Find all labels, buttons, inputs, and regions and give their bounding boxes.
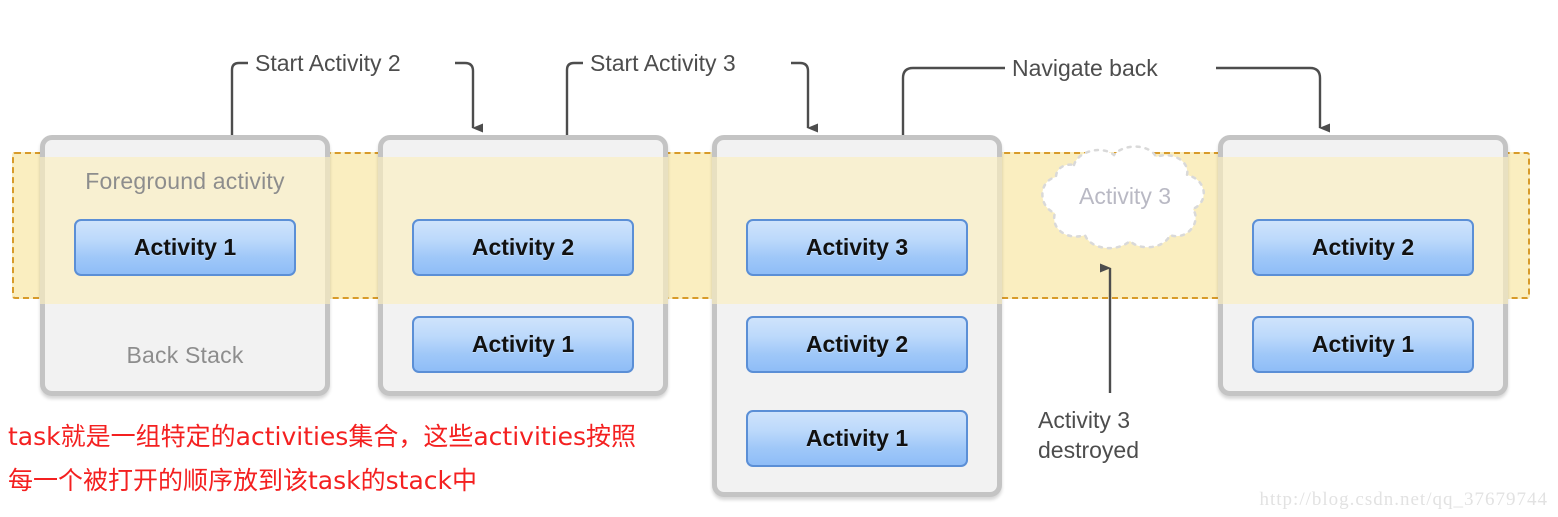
activity-chip[interactable]: Activity 2 [746, 316, 968, 373]
activity-chip[interactable]: Activity 3 [746, 219, 968, 276]
panel-4-inner: Activity 2 Activity 1 [1223, 140, 1503, 391]
activity-destroyed-note: Activity 3 destroyed [1038, 405, 1218, 465]
destroyed-note-line-2: destroyed [1038, 437, 1140, 463]
annotation-label-navigate-back: Navigate back [1012, 55, 1158, 81]
activity-chip[interactable]: Activity 1 [746, 410, 968, 467]
chinese-caption-line-1: task就是一组特定的activities集合，这些activities按照 [8, 422, 637, 451]
activity-chip[interactable]: Activity 1 [1252, 316, 1474, 373]
watermark-url: http://blog.csdn.net/qq_37679744 [1259, 489, 1548, 510]
activity-chip[interactable]: Activity 1 [74, 219, 296, 276]
back-stack-panel-2: Activity 2 Activity 1 [378, 135, 668, 396]
foreground-activity-label: Foreground activity [85, 168, 285, 194]
chinese-caption: task就是一组特定的activities集合，这些activities按照 每… [8, 415, 708, 503]
back-stack-label: Back Stack [126, 342, 244, 368]
back-stack-panel-1: Foreground activity Activity 1 Back Stac… [40, 135, 330, 396]
diagram-canvas: Foreground activity Activity 1 Back Stac… [0, 0, 1558, 517]
destroyed-note-line-1: Activity 3 [1038, 407, 1131, 433]
cloud-activity-label: Activity 3 [1078, 183, 1172, 209]
chinese-caption-line-2: 每一个被打开的顺序放到该task的stack中 [8, 466, 477, 495]
activity-chip[interactable]: Activity 1 [412, 316, 634, 373]
destroyed-activity-cloud: Activity 3 [1030, 143, 1220, 255]
activity-chip[interactable]: Activity 2 [1252, 219, 1474, 276]
panel-3-inner: Activity 3 Activity 2 Activity 1 [717, 140, 997, 492]
annotation-label-start-activity-3: Start Activity 3 [590, 50, 736, 76]
panel-2-inner: Activity 2 Activity 1 [383, 140, 663, 391]
panel-1-inner: Foreground activity Activity 1 Back Stac… [45, 140, 325, 391]
annotation-label-start-activity-2: Start Activity 2 [255, 50, 401, 76]
activity-chip[interactable]: Activity 2 [412, 219, 634, 276]
back-stack-panel-3: Activity 3 Activity 2 Activity 1 [712, 135, 1002, 497]
back-stack-panel-4: Activity 2 Activity 1 [1218, 135, 1508, 396]
